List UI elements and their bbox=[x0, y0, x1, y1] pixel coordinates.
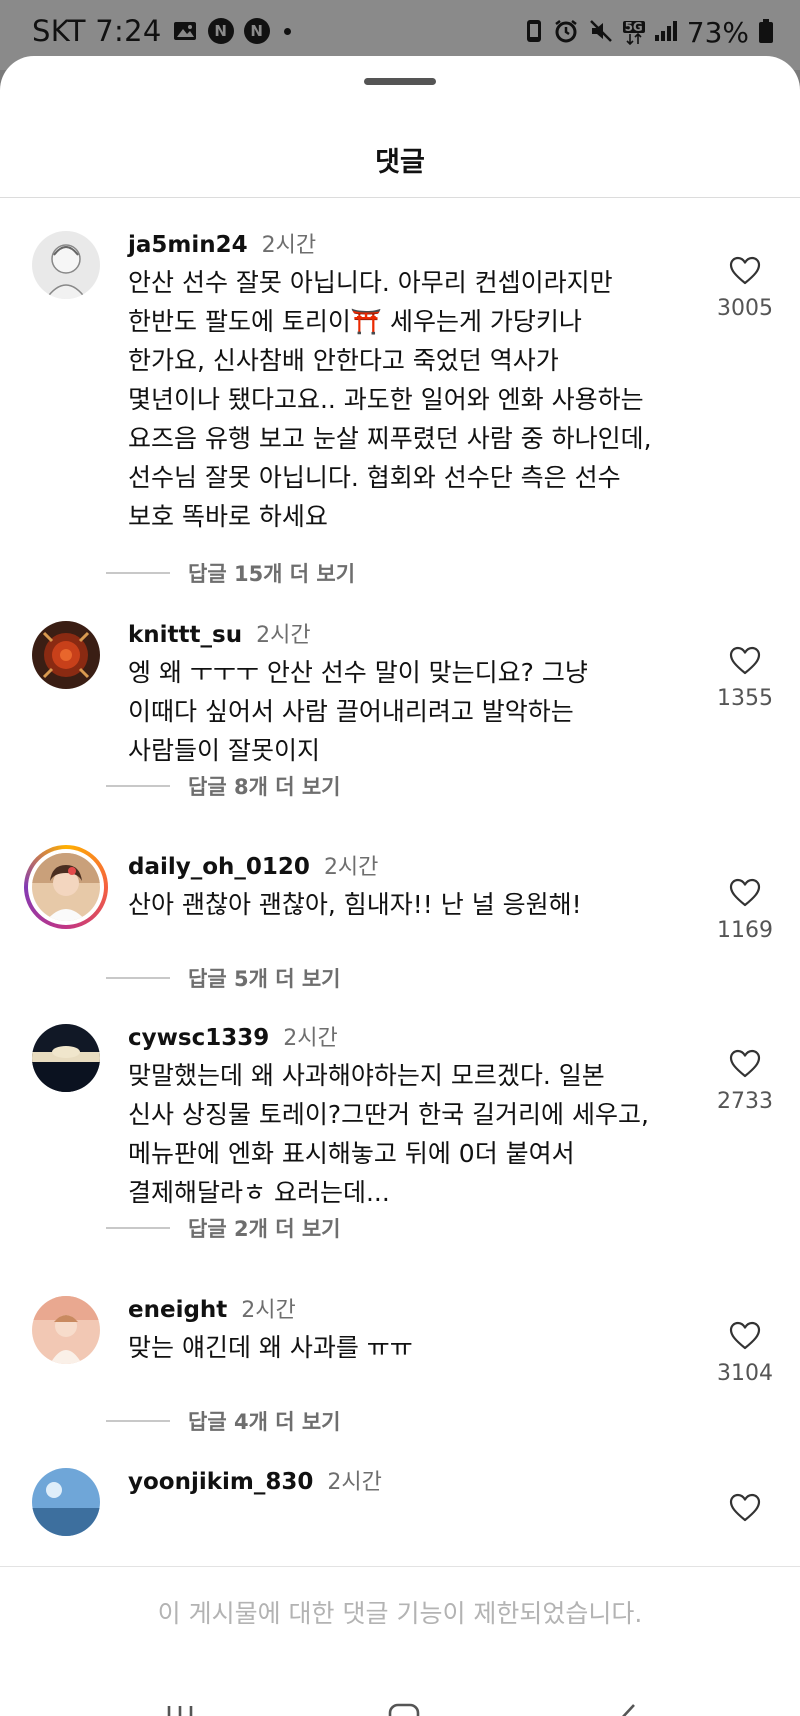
username[interactable]: daily_oh_0120 bbox=[128, 854, 310, 880]
heart-outline-icon bbox=[729, 1049, 761, 1078]
replies-line bbox=[106, 977, 170, 979]
like-button[interactable] bbox=[700, 1493, 790, 1523]
view-replies-button[interactable]: 답글 8개 더 보기 bbox=[106, 771, 340, 801]
like-button[interactable]: 1355 bbox=[700, 646, 790, 711]
heart-outline-icon bbox=[729, 878, 761, 907]
heart-outline-icon bbox=[729, 256, 761, 285]
home-icon bbox=[388, 1703, 420, 1716]
like-button[interactable]: 2733 bbox=[700, 1049, 790, 1114]
timestamp: 2시간 bbox=[327, 1470, 382, 1495]
view-replies-button[interactable]: 답글 15개 더 보기 bbox=[106, 558, 355, 588]
like-button[interactable]: 3104 bbox=[700, 1321, 790, 1386]
naver-notification-icon: N bbox=[207, 18, 234, 44]
comment-meta: daily_oh_0120 2시간 bbox=[128, 849, 378, 881]
like-count: 1169 bbox=[717, 918, 773, 943]
like-count: 3005 bbox=[717, 296, 773, 321]
avatar[interactable] bbox=[32, 1468, 100, 1536]
view-replies-button[interactable]: 답글 5개 더 보기 bbox=[106, 963, 340, 993]
replies-label: 답글 2개 더 보기 bbox=[188, 1217, 341, 1241]
comment-text: 엥 왜 ㅜㅜㅜ 안산 선수 말이 맞는디요? 그냥 이때다 싶어서 사람 끌어내… bbox=[128, 658, 588, 765]
comment-text: 안산 선수 잘못 아닙니다. 아무리 컨셉이라지만 한반도 팔도에 토리이⛩️ … bbox=[128, 268, 652, 531]
sheet-title: 댓글 bbox=[375, 147, 425, 178]
back-button[interactable] bbox=[598, 1694, 658, 1716]
replies-label: 답글 8개 더 보기 bbox=[188, 775, 341, 799]
comment-text: 산아 괜찮아 괜찮아, 힘내자!! 난 널 응원해! bbox=[128, 890, 582, 919]
comment-meta: cywsc1339 2시간 bbox=[128, 1020, 338, 1052]
replies-line bbox=[106, 1227, 170, 1229]
like-button[interactable]: 1169 bbox=[700, 878, 790, 943]
replies-label: 답글 15개 더 보기 bbox=[188, 562, 356, 586]
back-icon bbox=[622, 1704, 635, 1716]
like-count: 1355 bbox=[717, 686, 773, 711]
view-replies-button[interactable]: 답글 2개 더 보기 bbox=[106, 1213, 340, 1243]
vibrate-icon bbox=[524, 18, 544, 48]
avatar[interactable] bbox=[32, 1024, 100, 1092]
naver-notification-icon-2: N bbox=[243, 18, 270, 44]
status-right: 5G 73% bbox=[524, 16, 774, 49]
comment-meta: ja5min24 2시간 bbox=[128, 227, 316, 259]
username[interactable]: knittt_su bbox=[128, 622, 242, 648]
comments-restricted-notice: 이 게시물에 대한 댓글 기능이 제한되었습니다. bbox=[157, 1599, 643, 1628]
replies-label: 답글 5개 더 보기 bbox=[188, 967, 341, 991]
username[interactable]: ja5min24 bbox=[128, 232, 248, 258]
timestamp: 2시간 bbox=[256, 623, 311, 648]
avatar[interactable] bbox=[32, 231, 100, 299]
replies-line bbox=[106, 572, 170, 574]
network-5g-icon: 5G bbox=[622, 19, 645, 45]
avatar-story-ring[interactable] bbox=[24, 845, 108, 929]
comment-meta: yoonjikim_830 2시간 bbox=[128, 1464, 382, 1496]
home-button[interactable] bbox=[374, 1694, 434, 1716]
avatar[interactable] bbox=[32, 621, 100, 689]
comment-text: 맞말했는데 왜 사과해야하는지 모르겠다. 일본 신사 상징물 토레이?그딴거 … bbox=[128, 1061, 649, 1207]
more-notifications-dot-icon bbox=[283, 27, 291, 35]
replies-line bbox=[106, 1420, 170, 1422]
avatar[interactable] bbox=[32, 1296, 100, 1364]
comment-meta: eneight 2시간 bbox=[128, 1292, 296, 1324]
comment-text: 맞는 얘긴데 왜 사과를 ㅠㅠ bbox=[128, 1333, 413, 1362]
recent-apps-button[interactable] bbox=[150, 1694, 210, 1716]
drag-handle[interactable] bbox=[364, 78, 436, 85]
avatar bbox=[32, 853, 100, 921]
navigation-bar bbox=[0, 1666, 800, 1716]
battery-percent: 73% bbox=[686, 16, 749, 49]
timestamp: 2시간 bbox=[241, 1298, 296, 1323]
comment-list[interactable]: ja5min24 2시간 안산 선수 잘못 아닙니다. 아무리 컨셉이라지만 한… bbox=[0, 198, 800, 1566]
username[interactable]: yoonjikim_830 bbox=[128, 1469, 313, 1495]
heart-outline-icon bbox=[729, 646, 761, 675]
username[interactable]: eneight bbox=[128, 1297, 227, 1323]
footer-divider bbox=[0, 1566, 800, 1567]
comments-sheet: 댓글 ja5min24 2시간 안산 선수 잘못 아닙니다. 아무리 컨셉이라지… bbox=[0, 56, 800, 1716]
replies-label: 답글 4개 더 보기 bbox=[188, 1410, 341, 1434]
username[interactable]: cywsc1339 bbox=[128, 1025, 269, 1051]
network-label: 5G bbox=[622, 19, 645, 34]
carrier-time: SKT 7:24 bbox=[32, 14, 162, 48]
signal-icon bbox=[654, 19, 678, 47]
recent-apps-icon bbox=[167, 1706, 193, 1716]
heart-outline-icon bbox=[729, 1321, 761, 1350]
gallery-icon bbox=[172, 18, 198, 44]
timestamp: 2시간 bbox=[283, 1026, 338, 1051]
mute-icon bbox=[588, 18, 614, 48]
like-count: 2733 bbox=[717, 1089, 773, 1114]
timestamp: 2시간 bbox=[261, 233, 317, 258]
like-count: 3104 bbox=[717, 1361, 773, 1386]
heart-outline-icon bbox=[729, 1493, 761, 1522]
comment-meta: knittt_su 2시간 bbox=[128, 617, 311, 649]
view-replies-button[interactable]: 답글 4개 더 보기 bbox=[106, 1406, 340, 1436]
status-left: SKT 7:24 N N bbox=[32, 14, 291, 48]
timestamp: 2시간 bbox=[323, 855, 379, 880]
replies-line bbox=[106, 785, 170, 787]
like-button[interactable]: 3005 bbox=[700, 256, 790, 321]
battery-icon bbox=[758, 18, 774, 48]
alarm-icon bbox=[553, 18, 579, 48]
